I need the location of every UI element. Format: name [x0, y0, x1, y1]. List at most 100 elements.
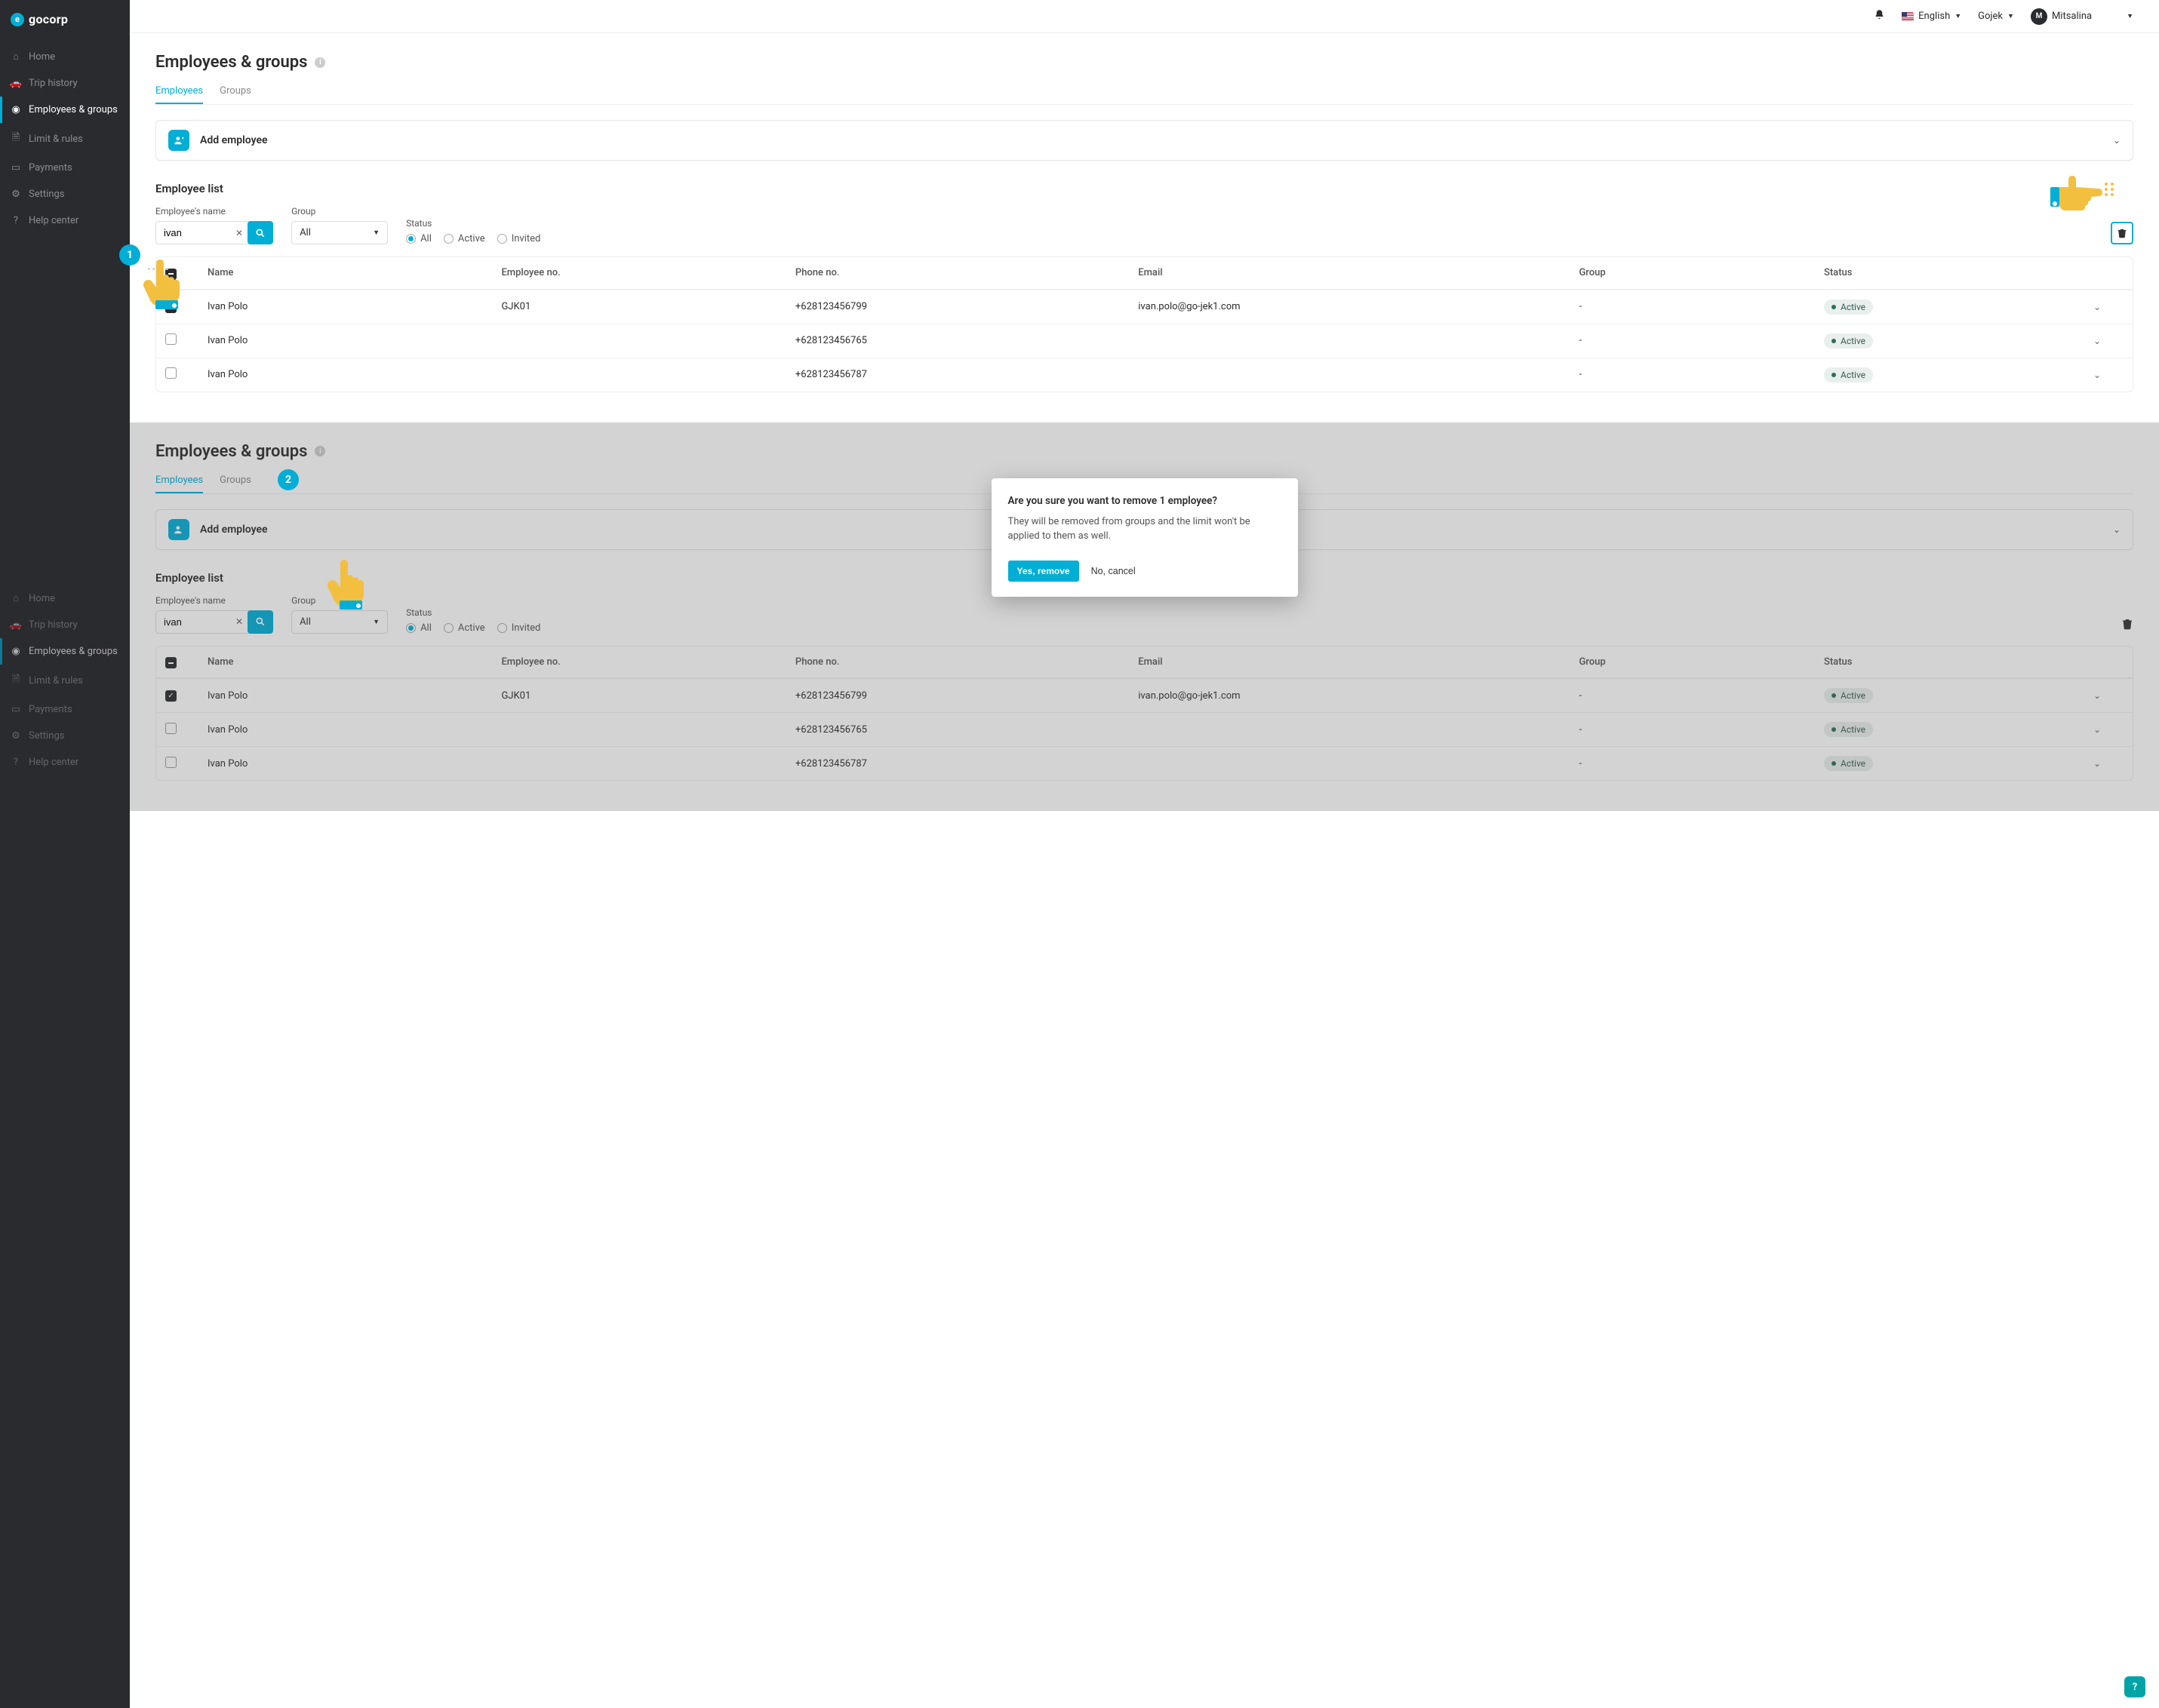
org-switcher[interactable]: Gojek ▼ — [1978, 11, 2014, 22]
sidebar-item-label: Help center — [29, 215, 78, 226]
group-select[interactable]: All ▼ — [291, 221, 388, 244]
status-badge: Active — [1824, 333, 1873, 349]
screen-step-2: Employees & groups i EmployeesGroups Add… — [130, 422, 2159, 812]
file-icon: 🗎 — [11, 131, 21, 147]
sidebar-item-label: Limit & rules — [29, 675, 83, 687]
logo-text: gocorp — [29, 12, 68, 26]
screen-step-1: Employees & groups i Employees Groups Add… — [130, 33, 2159, 422]
cell-empno: GJK01 — [501, 301, 795, 312]
sidebar-item-label: Help center — [29, 757, 78, 768]
chevron-down-icon: ⌄ — [2113, 135, 2121, 146]
sidebar-item-label: Payments — [29, 704, 72, 715]
app-logo: e gocorp — [0, 0, 130, 43]
modal-title: Are you sure you want to remove 1 employ… — [1008, 495, 1281, 507]
caret-down-icon: ▼ — [2007, 12, 2014, 20]
sidebar-item-label: Trip history — [29, 619, 78, 631]
sidebar-item-limit-rules[interactable]: 🗎Limit & rules — [0, 123, 130, 155]
tab-groups[interactable]: Groups — [220, 85, 251, 104]
search-button[interactable] — [248, 221, 273, 244]
nav-list-2: ⌂Home 🚗 Trip history ◉Employees & groups🗎Li… — [0, 585, 130, 776]
confirm-remove-button[interactable]: Yes, remove — [1008, 561, 1079, 582]
logo-icon: e — [11, 13, 24, 26]
sidebar-item-label: Trip history — [29, 78, 78, 89]
filters: Employee's name ✕ Group All ▼ — [155, 206, 2133, 244]
help-icon: ? — [11, 757, 21, 768]
caret-down-icon: ▼ — [2127, 12, 2133, 20]
decorative-dots — [2105, 183, 2108, 196]
user-plus-icon — [168, 130, 189, 151]
status-radio-invited[interactable]: Invited — [497, 233, 541, 244]
sidebar-item-help-center[interactable]: ? Help center — [0, 749, 130, 776]
language-switcher[interactable]: English ▼ — [1902, 11, 1961, 22]
row-checkbox[interactable] — [165, 333, 177, 345]
row-checkbox[interactable] — [165, 367, 177, 379]
th-email: Email — [1138, 267, 1579, 278]
sidebar-item-home[interactable]: ⌂Home — [0, 585, 130, 612]
radio-icon — [497, 234, 507, 244]
car-icon: 🚗 — [11, 78, 21, 89]
status-filter-label: Status — [406, 218, 540, 229]
sidebar-item-settings[interactable]: ⚙ Settings — [0, 181, 130, 207]
sidebar-item-employees-groups[interactable]: ◉Employees & groups — [0, 97, 130, 123]
pointer-hand-icon — [326, 557, 368, 610]
avatar: M — [2031, 8, 2047, 25]
sidebar-item-limit-rules[interactable]: 🗎Limit & rules — [0, 665, 130, 696]
cell-group: - — [1579, 335, 1824, 346]
th-group: Group — [1579, 267, 1824, 278]
status-radio-active[interactable]: Active — [444, 233, 485, 244]
group-filter-label: Group — [291, 206, 388, 217]
cancel-button[interactable]: No, cancel — [1091, 566, 1136, 576]
clear-icon[interactable]: ✕ — [235, 228, 243, 238]
info-icon[interactable]: i — [315, 57, 325, 68]
sidebar-item-employees-groups[interactable]: ◉Employees & groups — [0, 638, 130, 665]
cell-name: Ivan Polo — [208, 301, 501, 312]
chevron-down-icon[interactable]: ⌄ — [2093, 370, 2124, 380]
sidebar-item-home[interactable]: ⌂Home — [0, 43, 130, 70]
user-menu[interactable]: M Mitsalina ▼ — [2031, 8, 2133, 25]
sliders-icon: ⚙ — [11, 730, 21, 742]
sidebar-item-label: Home — [29, 51, 55, 63]
sidebar-item-payments[interactable]: ▭ Payments — [0, 155, 130, 181]
status-radio-all[interactable]: All — [406, 233, 432, 244]
chevron-down-icon[interactable]: ⌄ — [2093, 336, 2124, 346]
topbar: English ▼ Gojek ▼ M Mitsalina ▼ — [130, 0, 2159, 33]
cell-group: - — [1579, 369, 1824, 380]
user-name: Mitsalina — [2052, 11, 2092, 22]
user-icon: ◉ — [11, 646, 21, 657]
sidebar-item-label: Settings — [29, 189, 64, 200]
sidebar-item-label: Settings — [29, 730, 64, 742]
main-area: English ▼ Gojek ▼ M Mitsalina ▼ Employee… — [130, 0, 2159, 1708]
help-fab[interactable]: ? — [2124, 1676, 2145, 1697]
sidebar-item-label: Payments — [29, 162, 72, 174]
car-icon: 🚗 — [11, 619, 21, 631]
page-title: Employees & groups i — [155, 53, 2133, 72]
sidebar-item-trip-history[interactable]: 🚗 Trip history — [0, 70, 130, 97]
tab-employees[interactable]: Employees — [155, 85, 203, 104]
employee-table: Name Employee no. Phone no. Email Group … — [155, 257, 2133, 392]
sidebar-item-payments[interactable]: ▭Payments — [0, 696, 130, 723]
sidebar-item-help-center[interactable]: ? Help center — [0, 207, 130, 234]
cell-email: ivan.polo@go-jek1.com — [1138, 301, 1579, 312]
sidebar-item-label: Employees & groups — [29, 104, 118, 115]
sidebar-item-label: Home — [29, 593, 55, 604]
sliders-icon: ⚙ — [11, 189, 21, 200]
sidebar-item-trip-history[interactable]: 🚗 Trip history — [0, 612, 130, 638]
chevron-down-icon[interactable]: ⌄ — [2093, 302, 2124, 312]
decorative-dots — [2111, 183, 2114, 196]
org-label: Gojek — [1978, 11, 2003, 22]
help-icon: ? — [11, 215, 21, 226]
th-phone: Phone no. — [795, 267, 1138, 278]
cell-phone: +628123456787 — [795, 369, 1138, 380]
radio-icon — [444, 234, 454, 244]
cell-name: Ivan Polo — [208, 369, 501, 380]
status-radios: All Active Invited — [406, 233, 540, 244]
sidebar-item-settings[interactable]: ⚙ Settings — [0, 723, 130, 749]
delete-button[interactable] — [2111, 222, 2133, 244]
list-title: Employee list — [155, 182, 2133, 195]
bell-icon[interactable] — [1874, 9, 1885, 23]
nav-list: ⌂Home 🚗 Trip history ◉Employees & groups🗎Li… — [0, 43, 130, 234]
card-icon: ▭ — [11, 162, 21, 174]
status-badge: Active — [1824, 300, 1873, 315]
table-row: Ivan Polo+628123456787-Active⌄ — [156, 358, 2133, 392]
add-employee-accordion[interactable]: Add employee ⌄ — [155, 120, 2133, 161]
